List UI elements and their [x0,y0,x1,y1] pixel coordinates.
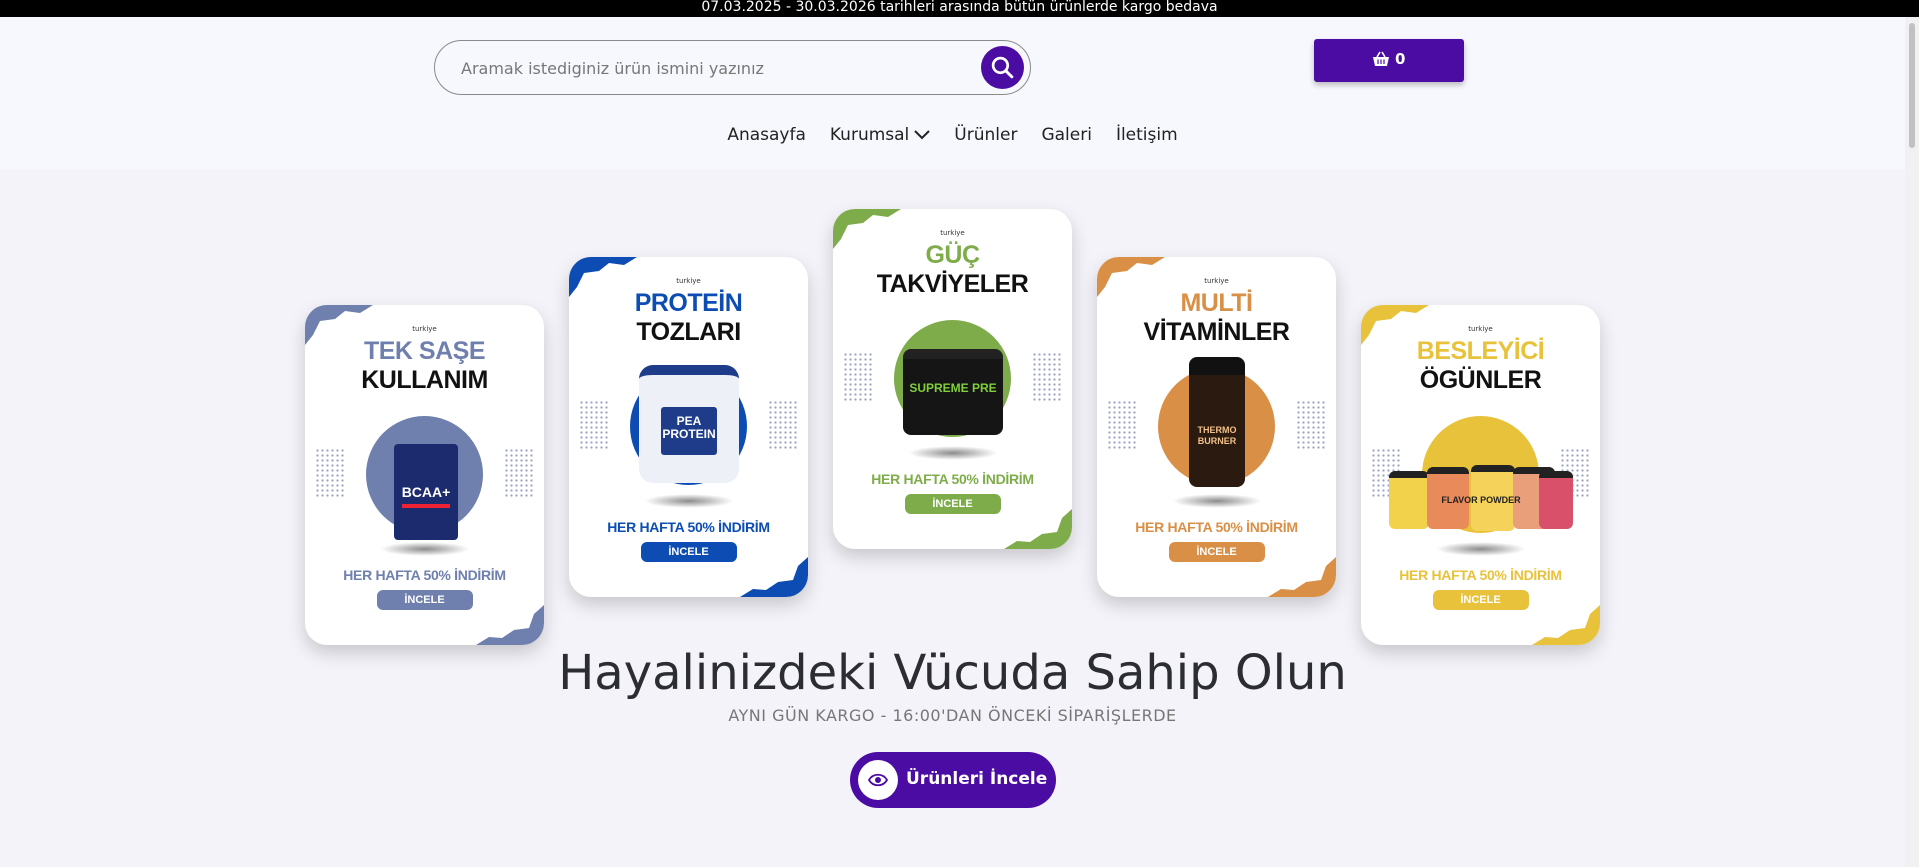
card-title-line1: GÜÇ [925,241,980,269]
product-shadow [907,446,998,460]
card-inspect-button[interactable]: İNCELE [640,542,737,562]
card-brand: turkiye [1468,325,1493,333]
card-promo: HER HAFTA 50% İNDİRİM [1135,519,1298,535]
card-promo: HER HAFTA 50% İNDİRİM [871,471,1034,487]
search-button[interactable] [981,46,1024,89]
category-card-multi[interactable]: turkiye MULTİ VİTAMİNLER THERMO BURNER H… [1097,257,1336,597]
search-bar [434,40,1031,95]
product-shadow [1171,494,1262,508]
card-brand: turkiye [1204,277,1229,285]
main-nav: Anasayfa Kurumsal Ürünler Galeri İletişi… [0,123,1905,147]
eye-icon [868,773,888,787]
product-image: SUPREME PRE [903,349,1003,435]
card-brand: turkiye [412,325,437,333]
product-shadow [1435,542,1526,556]
basket-icon [1373,51,1389,66]
product-shadow [643,494,734,508]
dot-pattern [504,448,534,498]
dot-pattern [1032,352,1062,402]
product-label: PEA PROTEIN [661,407,717,455]
dot-pattern [1107,400,1137,450]
announcement-bar: 07.03.2025 - 30.03.2026 tarihleri arasın… [0,0,1919,17]
card-title-line2: TOZLARI [636,318,741,346]
announcement-text: 07.03.2025 - 30.03.2026 tarihleri arasın… [701,0,1218,15]
dot-pattern [315,448,345,498]
dot-pattern [579,400,609,450]
nav-label: Kurumsal [829,125,910,145]
card-corner-decoration [1532,605,1600,645]
card-title-line1: TEK SAŞE [363,337,486,365]
nav-item-kurumsal[interactable]: Kurumsal [830,123,930,147]
card-title-line2: KULLANIM [361,366,488,394]
card-brand: turkiye [676,277,701,285]
product-label: FLAVOR POWDER [1441,495,1521,505]
cart-count: 0 [1395,50,1406,68]
card-inspect-button[interactable]: İNCELE [1432,590,1529,610]
product-image: FLAVOR POWDER [1389,465,1573,533]
nav-label: İletişim [1115,125,1178,145]
nav-item-iletisim[interactable]: İletişim [1116,123,1178,147]
search-icon [991,56,1014,79]
nav-label: Ürünler [954,125,1018,145]
product-shadow [379,542,470,556]
card-title-line2: VİTAMİNLER [1143,318,1290,346]
category-card-guc[interactable]: turkiye GÜÇ TAKVİYELER SUPREME PRE HER H… [833,209,1072,549]
card-title-line2: TAKVİYELER [876,270,1029,298]
category-card-besleyici[interactable]: turkiye BESLEYİCİ ÖGÜNLER FLAVOR POWDER … [1361,305,1600,645]
card-title-line2: ÖGÜNLER [1419,366,1542,394]
product-label: THERMO BURNER [1197,425,1237,446]
view-products-label: Ürünleri İncele [906,769,1048,789]
view-products-button[interactable]: Ürünleri İncele [850,752,1056,808]
nav-item-anasayfa[interactable]: Anasayfa [727,123,806,147]
cart-button[interactable]: 0 [1314,39,1464,82]
product-image: BCAA+ [394,444,458,540]
chevron-down-icon [914,130,930,140]
category-card-tek-sase[interactable]: turkiye TEK SAŞE KULLANIM BCAA+ HER HAFT… [305,305,544,645]
card-title-line1: BESLEYİCİ [1416,337,1545,365]
site-header: 0 Anasayfa Kurumsal Ürünler Galeri İleti… [0,17,1905,169]
card-promo: HER HAFTA 50% İNDİRİM [607,519,770,535]
card-title-line1: MULTİ [1180,289,1253,317]
card-corner-decoration [740,557,808,597]
card-inspect-button[interactable]: İNCELE [904,494,1001,514]
hero-subtitle: AYNI GÜN KARGO - 16:00'DAN ÖNCEKİ SİPARİ… [728,706,1177,725]
hero-title: Hayalinizdeki Vücuda Sahip Olun [558,645,1347,701]
dot-pattern [768,400,798,450]
nav-item-galeri[interactable]: Galeri [1041,123,1092,147]
card-brand: turkiye [940,229,965,237]
dot-pattern [843,352,873,402]
product-image: THERMO BURNER [1189,357,1245,487]
card-promo: HER HAFTA 50% İNDİRİM [1399,567,1562,583]
card-title-line1: PROTEİN [634,289,743,317]
page-scrollbar[interactable] [1905,17,1919,867]
search-input[interactable] [461,53,941,83]
nav-label: Galeri [1041,125,1092,145]
card-promo: HER HAFTA 50% İNDİRİM [343,567,506,583]
product-label: BCAA+ [401,484,451,500]
card-corner-decoration [476,605,544,645]
product-image: PEA PROTEIN [639,365,739,483]
card-corner-decoration [1004,509,1072,549]
nav-item-urunler[interactable]: Ürünler [954,123,1017,147]
nav-label: Anasayfa [727,125,806,145]
card-inspect-button[interactable]: İNCELE [376,590,473,610]
scrollbar-thumb[interactable] [1909,23,1915,148]
card-corner-decoration [1268,557,1336,597]
category-card-protein[interactable]: turkiye PROTEİN TOZLARI PEA PROTEIN HER … [569,257,808,597]
card-inspect-button[interactable]: İNCELE [1168,542,1265,562]
dot-pattern [1296,400,1326,450]
eye-icon-badge [858,760,898,800]
product-label: SUPREME PRE [909,381,997,395]
